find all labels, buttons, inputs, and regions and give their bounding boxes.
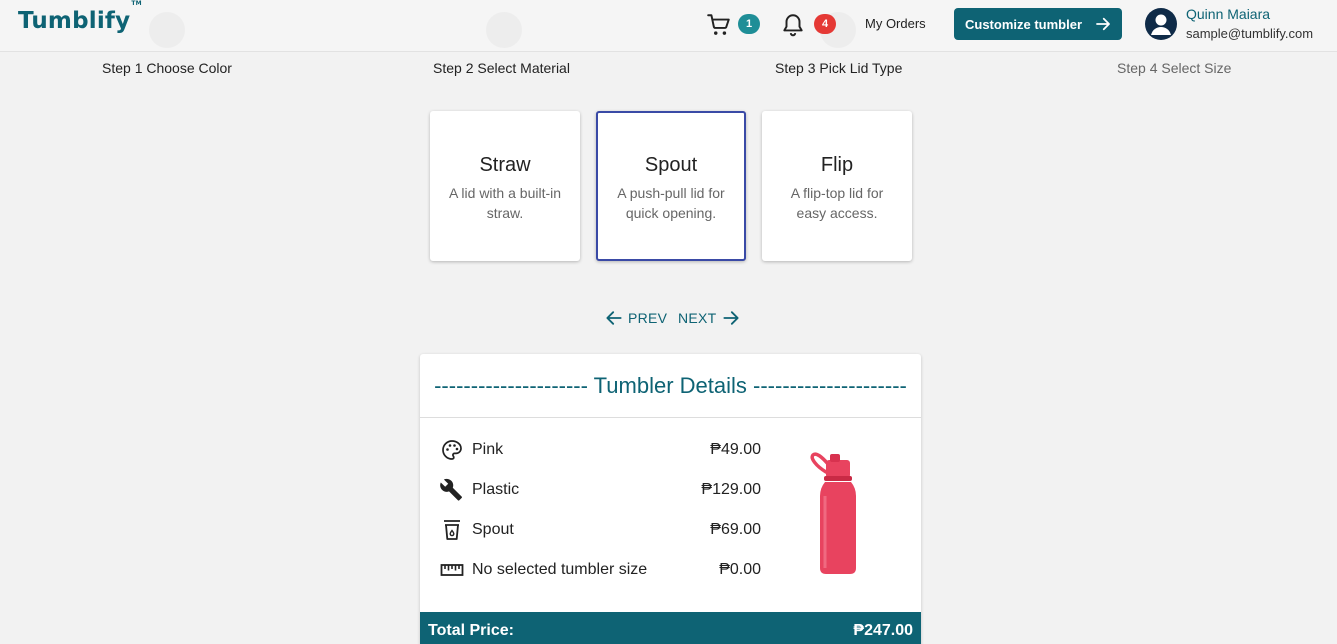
tumbler-details-title: --------------------- Tumbler Details --… bbox=[420, 354, 921, 418]
prev-label: PREV bbox=[628, 310, 668, 326]
user-email: sample@tumblify.com bbox=[1186, 26, 1314, 41]
next-label: NEXT bbox=[678, 310, 717, 326]
detail-label: Spout bbox=[472, 521, 514, 538]
detail-price: ₱49.00 bbox=[710, 441, 761, 458]
prev-button[interactable]: PREV bbox=[604, 308, 667, 328]
detail-row-lid: Spout ₱69.00 bbox=[440, 518, 761, 542]
avatar[interactable] bbox=[1145, 8, 1177, 40]
cup-icon bbox=[444, 520, 460, 540]
cart-icon[interactable] bbox=[706, 12, 732, 38]
detail-price: ₱0.00 bbox=[719, 561, 761, 578]
user-icon bbox=[1151, 14, 1171, 35]
palette-icon bbox=[442, 440, 462, 460]
step-1-ghost-circle bbox=[149, 12, 185, 48]
lid-card-flip[interactable]: Flip A flip-top lid for easy access. bbox=[762, 111, 912, 261]
total-price-bar: Total Price: ₱247.00 bbox=[420, 612, 921, 644]
detail-label: No selected tumbler size bbox=[472, 561, 648, 578]
total-price-label: Total Price: bbox=[428, 622, 514, 639]
user-name: Quinn Maiara bbox=[1186, 6, 1271, 22]
detail-row-material: Plastic ₱129.00 bbox=[440, 478, 761, 502]
lid-card-description: A lid with a built-in straw. bbox=[448, 185, 562, 221]
arrow-right-icon bbox=[1096, 17, 1110, 31]
total-price-value: ₱247.00 bbox=[853, 622, 913, 639]
logo[interactable]: TumblifyTM bbox=[18, 0, 142, 34]
notification-count-badge: 4 bbox=[814, 14, 836, 34]
lid-card-description: A push-pull lid for quick opening. bbox=[617, 185, 725, 221]
detail-label: Pink bbox=[472, 441, 504, 458]
detail-price: ₱129.00 bbox=[701, 481, 761, 498]
step-2-label[interactable]: Step 2 Select Material bbox=[433, 60, 570, 76]
lid-card-title: Spout bbox=[644, 154, 698, 176]
step-1-label[interactable]: Step 1 Choose Color bbox=[102, 60, 232, 76]
detail-price: ₱69.00 bbox=[710, 521, 761, 538]
next-button[interactable]: NEXT bbox=[678, 308, 741, 328]
ruler-icon bbox=[440, 564, 464, 576]
step-4-label[interactable]: Step 4 Select Size bbox=[1117, 60, 1231, 76]
customize-tumbler-label: Customize tumbler bbox=[965, 16, 1083, 32]
arrow-right-icon bbox=[722, 311, 739, 325]
arrow-left-icon bbox=[606, 311, 622, 325]
lid-card-title: Straw bbox=[479, 154, 531, 176]
top-header: TumblifyTM 1 4 My Orders Customize tumbl… bbox=[0, 0, 1337, 52]
lid-card-description: A flip-top lid for easy access. bbox=[790, 185, 884, 221]
my-orders-link[interactable]: My Orders bbox=[865, 16, 926, 31]
logo-trademark: TM bbox=[131, 0, 142, 8]
customize-tumbler-button[interactable]: Customize tumbler bbox=[954, 8, 1122, 40]
lid-card-spout[interactable]: Spout A push-pull lid for quick opening. bbox=[596, 111, 746, 261]
detail-label: Plastic bbox=[472, 481, 520, 498]
detail-row-color: Pink ₱49.00 bbox=[440, 438, 761, 462]
lid-card-straw[interactable]: Straw A lid with a built-in straw. bbox=[430, 111, 580, 261]
bell-icon[interactable] bbox=[780, 12, 806, 38]
step-3-label[interactable]: Step 3 Pick Lid Type bbox=[775, 60, 902, 76]
detail-row-size: No selected tumbler size ₱0.00 bbox=[440, 558, 761, 582]
logo-text: Tumblify bbox=[18, 8, 131, 34]
wrench-icon bbox=[440, 478, 462, 501]
lid-card-title: Flip bbox=[820, 154, 854, 176]
tumbler-preview-image bbox=[810, 452, 856, 574]
cart-count-badge: 1 bbox=[738, 14, 760, 34]
step-2-ghost-circle bbox=[486, 12, 522, 48]
tumbler-details-panel: --------------------- Tumbler Details --… bbox=[420, 354, 921, 644]
